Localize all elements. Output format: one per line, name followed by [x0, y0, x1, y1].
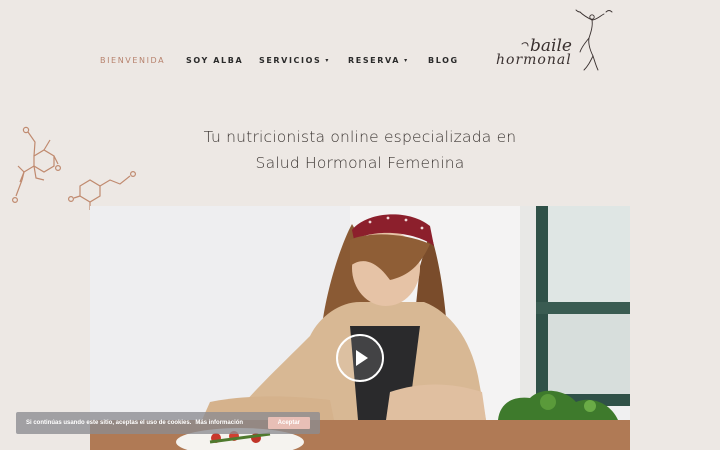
headline-line-2: Salud Hormonal Femenina — [255, 154, 465, 172]
more-info-link[interactable]: Más información — [195, 420, 243, 426]
nav-item-blog[interactable]: BLOG — [428, 56, 459, 65]
play-button[interactable] — [336, 334, 384, 382]
cookie-banner: Si continúas usando este sitio, aceptas … — [16, 412, 320, 434]
nav-item-bienvenida[interactable]: BIENVENIDA — [100, 56, 165, 65]
nav-item-reserva[interactable]: RESERVA ▾ — [348, 56, 409, 65]
logo-text-hormonal: hormonal — [496, 52, 572, 68]
cookie-text: Si continúas usando este sitio, aceptas … — [26, 420, 192, 426]
nav-label: SOY ALBA — [186, 56, 244, 65]
chevron-down-icon: ▾ — [404, 57, 409, 64]
hero-headline: Tu nutricionista online especializada en… — [190, 124, 530, 176]
molecule-icon — [11, 126, 136, 210]
accept-cookies-button[interactable]: Aceptar — [267, 417, 310, 429]
nav-item-soy-alba[interactable]: SOY ALBA — [186, 56, 243, 65]
site-logo[interactable]: baile hormonal — [492, 6, 622, 76]
nav-label: SERVICIOS — [259, 56, 322, 65]
nav-label: BLOG — [428, 56, 459, 65]
headline-line-1: Tu nutricionista online especializada en — [203, 128, 517, 146]
nav-item-servicios[interactable]: SERVICIOS ▾ — [259, 56, 330, 65]
nav-label: BIENVENIDA — [100, 56, 166, 65]
chevron-down-icon: ▾ — [325, 57, 330, 64]
nav-label: RESERVA — [348, 56, 401, 65]
play-icon — [356, 350, 368, 366]
